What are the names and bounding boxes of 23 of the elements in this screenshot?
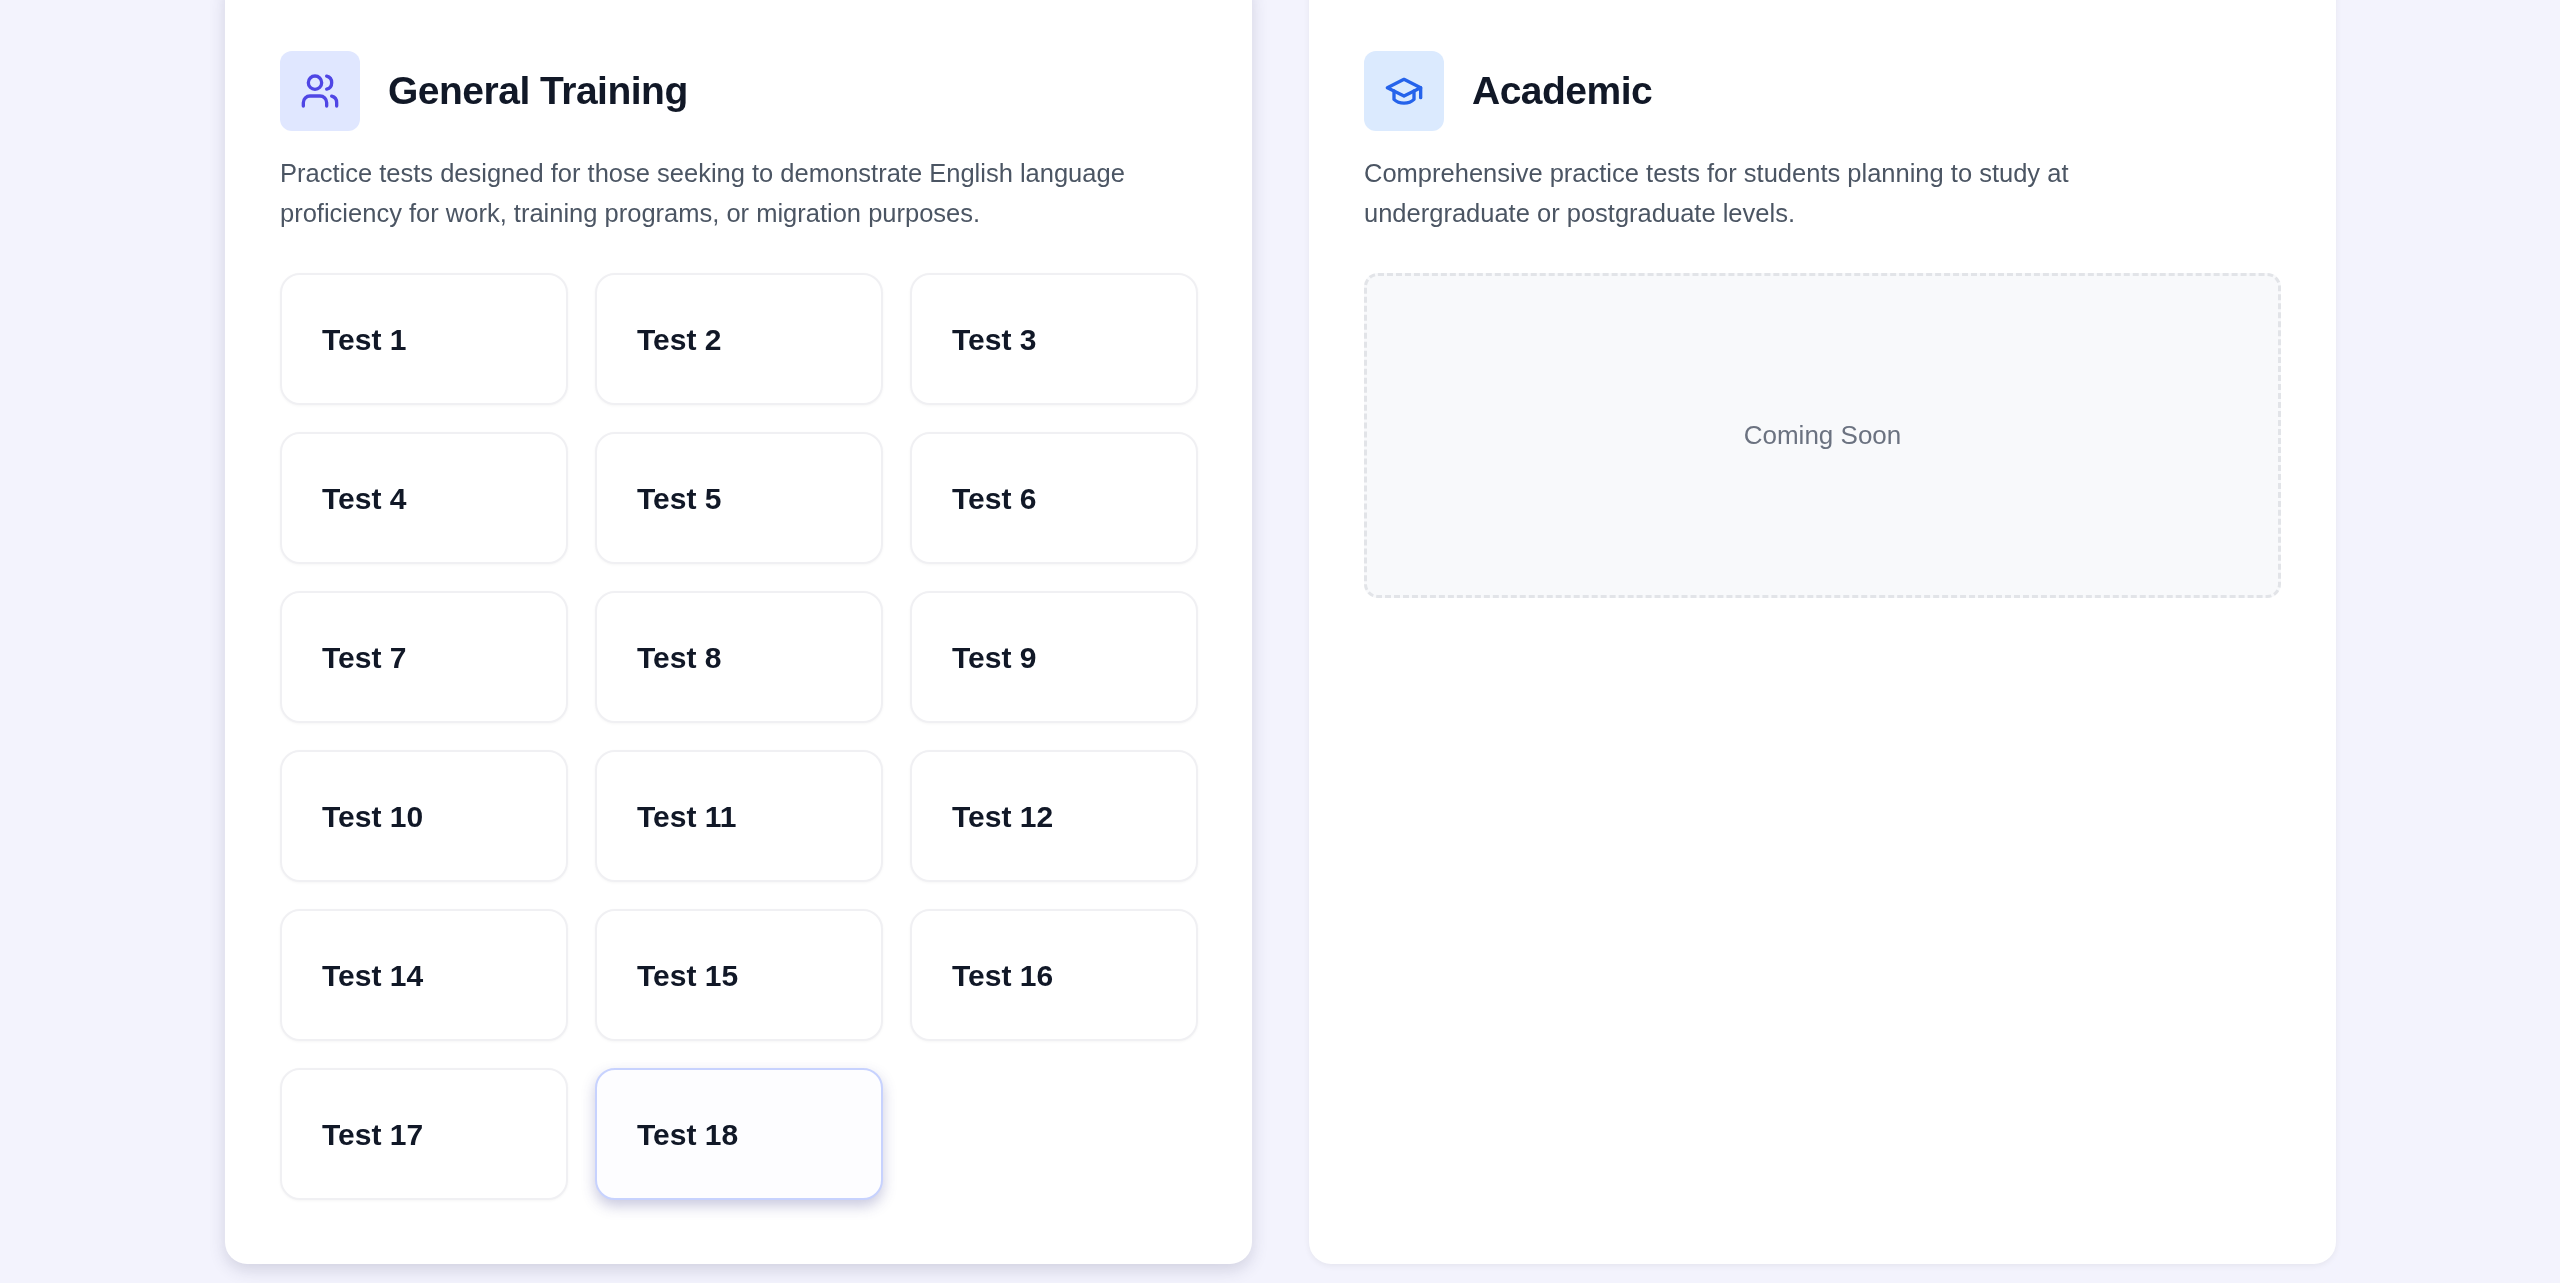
section-title: Academic (1472, 67, 1653, 114)
section-description: Comprehensive practice tests for students planning to study at undergraduate or postgraduate levels. (1364, 158, 2070, 229)
test-button[interactable]: Test 1 (280, 273, 568, 405)
test-button[interactable]: Test 16 (910, 909, 1198, 1041)
test-button[interactable]: Test 9 (910, 591, 1198, 723)
test-button[interactable]: Test 12 (910, 750, 1198, 882)
test-button[interactable]: Test 15 (595, 909, 883, 1041)
users-icon (300, 71, 340, 111)
test-button[interactable]: Test 2 (595, 273, 883, 405)
test-button[interactable]: Test 11 (595, 750, 883, 882)
coming-soon-text: Coming Soon (1743, 419, 1902, 452)
test-button[interactable]: Test 4 (280, 432, 568, 564)
section-title: General Training (388, 67, 688, 114)
test-button[interactable]: Test 10 (280, 750, 568, 882)
test-button[interactable]: Test 14 (280, 909, 568, 1041)
test-button[interactable]: Test 7 (280, 591, 568, 723)
section-description: Practice tests designed for those seeking to demonstrate English language proficiency for work, training programs, or migration purposes. (280, 158, 1126, 229)
test-button[interactable]: Test 17 (280, 1068, 568, 1200)
test-button[interactable]: Test 6 (910, 432, 1198, 564)
test-button[interactable]: Test 5 (595, 432, 883, 564)
test-button[interactable]: Test 18 (595, 1068, 883, 1200)
test-button[interactable]: Test 3 (910, 273, 1198, 405)
test-button[interactable]: Test 8 (595, 591, 883, 723)
